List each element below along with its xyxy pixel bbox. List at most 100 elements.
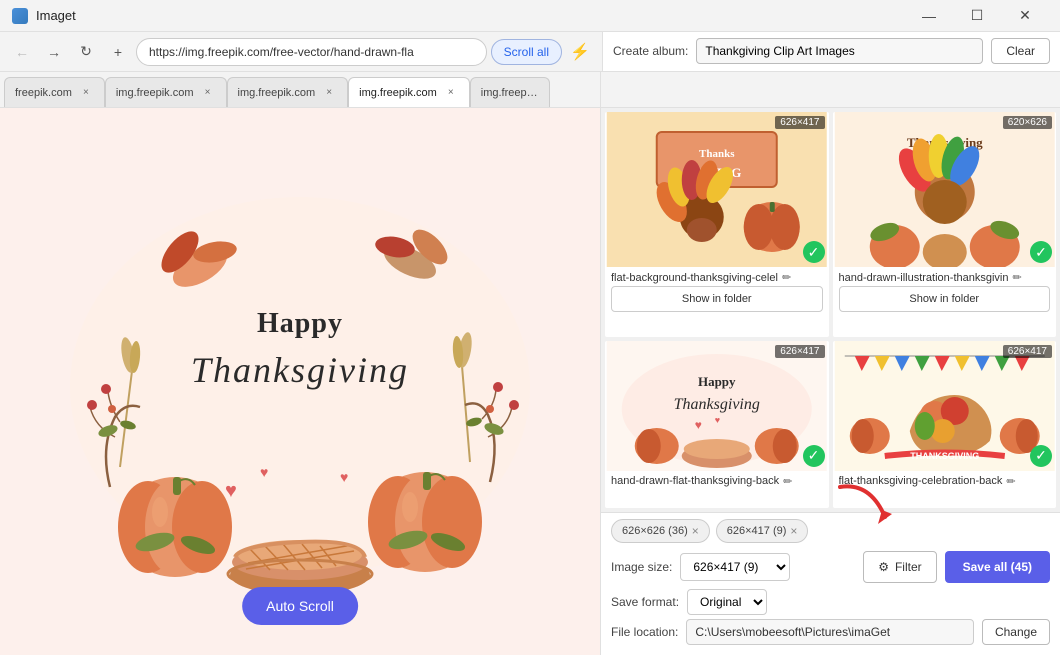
album-bar-label: Create album: (613, 44, 688, 58)
tab-label: freepik.com (15, 87, 72, 99)
refresh-button[interactable]: ↻ (72, 38, 100, 66)
browser-toolbar: ← → ↻ + Scroll all ⚡ Create album: Clear (0, 32, 1060, 72)
maximize-button[interactable]: ☐ (954, 0, 1000, 32)
grid-item-name-2: hand-drawn-illustration-thanksgivin ✏ (839, 271, 1051, 284)
new-tab-button[interactable]: + (104, 38, 132, 66)
titlebar-left: Imaget (12, 8, 76, 24)
grid-item-4[interactable]: THANKSGIVING 626×417 ✓ flat-thanksgiving… (833, 341, 1057, 509)
controls-row: Image size: 626×417 (9) 626×626 (36) All… (611, 551, 1050, 583)
svg-text:Happy: Happy (257, 308, 343, 339)
grid-item-info-4: flat-thanksgiving-celebration-back ✏ (833, 471, 1057, 492)
file-location-label: File location: (611, 625, 678, 639)
grid-item-name-3: hand-drawn-flat-thanksgiving-back ✏ (611, 475, 823, 488)
app-title: Imaget (36, 8, 76, 23)
edit-icon-4[interactable]: ✏ (1006, 475, 1015, 488)
svg-text:♥: ♥ (225, 480, 237, 502)
titlebar: Imaget — ☐ ✕ (0, 0, 1060, 32)
grid-image-1: Thanks GIVING (605, 112, 829, 267)
grid-item-info-2: hand-drawn-illustration-thanksgivin ✏ Sh… (833, 267, 1057, 320)
svg-text:♥: ♥ (260, 464, 268, 480)
close-button[interactable]: ✕ (1002, 0, 1048, 32)
format-row: Save format: Original JPG PNG WebP (611, 589, 1050, 615)
size-tag-626x626[interactable]: 626×626 (36) × (611, 519, 710, 543)
back-button[interactable]: ← (8, 38, 36, 66)
forward-button[interactable]: → (40, 38, 68, 66)
tabs-area: freepik.com × img.freepik.com × img.free… (0, 72, 1060, 108)
size-tag-626x417[interactable]: 626×417 (9) × (716, 519, 809, 543)
grid-item-dims-4: 626×417 (1003, 345, 1052, 358)
grid-item-check-2: ✓ (1030, 241, 1052, 263)
show-folder-button-1[interactable]: Show in folder (611, 286, 823, 312)
left-panel: ♥ ♥ ♥ (0, 108, 600, 655)
svg-text:Thanksgiving: Thanksgiving (191, 350, 409, 390)
grid-image-4: THANKSGIVING 626×417 ✓ (833, 341, 1057, 471)
tab-img-freepik-2[interactable]: img.freepik.com × (227, 77, 349, 107)
main-image-wrapper: ♥ ♥ ♥ (0, 108, 600, 655)
filter-button[interactable]: ⚙ Filter (863, 551, 936, 583)
tab-label: img.freepik.com (116, 87, 194, 99)
svg-text:♥: ♥ (695, 418, 702, 432)
titlebar-controls: — ☐ ✕ (906, 0, 1048, 32)
grid-item-info-3: hand-drawn-flat-thanksgiving-back ✏ (605, 471, 829, 492)
right-panel: Thanks GIVING (600, 108, 1060, 655)
grid-item-check-1: ✓ (803, 241, 825, 263)
filter-icon: ⚙ (878, 560, 889, 574)
tab-freepik[interactable]: freepik.com × (4, 77, 105, 107)
grid-item-dims-2: 620×626 (1003, 116, 1052, 129)
svg-text:Thanks: Thanks (699, 148, 735, 160)
tab-close-icon[interactable]: × (321, 85, 337, 101)
size-tag-remove-2[interactable]: × (790, 524, 797, 538)
file-location-input[interactable] (686, 619, 974, 645)
tab-img-freepik-partial[interactable]: img.freep… (470, 77, 550, 107)
show-folder-button-2[interactable]: Show in folder (839, 286, 1051, 312)
right-tabs-spacer (600, 72, 1060, 108)
change-button[interactable]: Change (982, 619, 1050, 645)
edit-icon-2[interactable]: ✏ (1012, 271, 1021, 284)
edit-icon-3[interactable]: ✏ (783, 475, 792, 488)
image-size-label: Image size: (611, 560, 672, 574)
size-tag-label-1: 626×626 (36) (622, 525, 688, 537)
svg-text:Thanksgiving: Thanksgiving (674, 396, 760, 413)
grid-item-dims-1: 626×417 (775, 116, 824, 129)
tab-label: img.freepik.com (359, 87, 437, 99)
tab-img-freepik-active[interactable]: img.freepik.com × (348, 77, 470, 107)
grid-item-2[interactable]: Thanksgiving (833, 112, 1057, 337)
grid-item-name-4: flat-thanksgiving-celebration-back ✏ (839, 475, 1051, 488)
tab-label: img.freep… (481, 87, 539, 99)
grid-item-1[interactable]: Thanks GIVING (605, 112, 829, 337)
grid-item-name-1: flat-background-thanksgiving-celel ✏ (611, 271, 823, 284)
image-size-select[interactable]: 626×417 (9) 626×626 (36) All (680, 553, 790, 581)
format-select[interactable]: Original JPG PNG WebP (687, 589, 767, 615)
thanksgiving-illustration: ♥ ♥ ♥ (40, 167, 560, 597)
scroll-all-button[interactable]: Scroll all (491, 39, 562, 65)
size-tag-remove-1[interactable]: × (692, 524, 699, 538)
clear-button[interactable]: Clear (991, 38, 1050, 64)
address-bar[interactable] (136, 38, 487, 66)
size-tags: 626×626 (36) × 626×417 (9) × (611, 519, 1050, 543)
tab-label: img.freepik.com (238, 87, 316, 99)
auto-scroll-button[interactable]: Auto Scroll (242, 587, 358, 625)
save-all-button[interactable]: Save all (45) (945, 551, 1050, 583)
size-tag-label-2: 626×417 (9) (727, 525, 787, 537)
grid-item-check-4: ✓ (1030, 445, 1052, 467)
tab-close-icon[interactable]: × (443, 85, 459, 101)
grid-item-3[interactable]: Happy Thanksgiving ♥ ♥ 626 (605, 341, 829, 509)
tab-close-icon[interactable]: × (200, 85, 216, 101)
tab-img-freepik-1[interactable]: img.freepik.com × (105, 77, 227, 107)
svg-text:♥: ♥ (715, 415, 720, 425)
svg-text:THANKSGIVING: THANKSGIVING (910, 451, 979, 461)
svg-text:♥: ♥ (340, 469, 348, 485)
grid-item-check-3: ✓ (803, 445, 825, 467)
edit-icon-1[interactable]: ✏ (782, 271, 791, 284)
main-content: ♥ ♥ ♥ (0, 108, 1060, 655)
bottom-panel: 626×626 (36) × 626×417 (9) × Image size:… (601, 512, 1060, 655)
grid-item-info-1: flat-background-thanksgiving-celel ✏ Sho… (605, 267, 829, 320)
location-row: File location: Change (611, 619, 1050, 645)
grid-image-3: Happy Thanksgiving ♥ ♥ 626 (605, 341, 829, 471)
bookmark-icon[interactable]: ⚡ (566, 38, 594, 66)
tab-close-icon[interactable]: × (78, 85, 94, 101)
album-name-input[interactable] (696, 38, 983, 64)
grid-item-dims-3: 626×417 (775, 345, 824, 358)
filter-label: Filter (895, 560, 922, 574)
minimize-button[interactable]: — (906, 0, 952, 32)
